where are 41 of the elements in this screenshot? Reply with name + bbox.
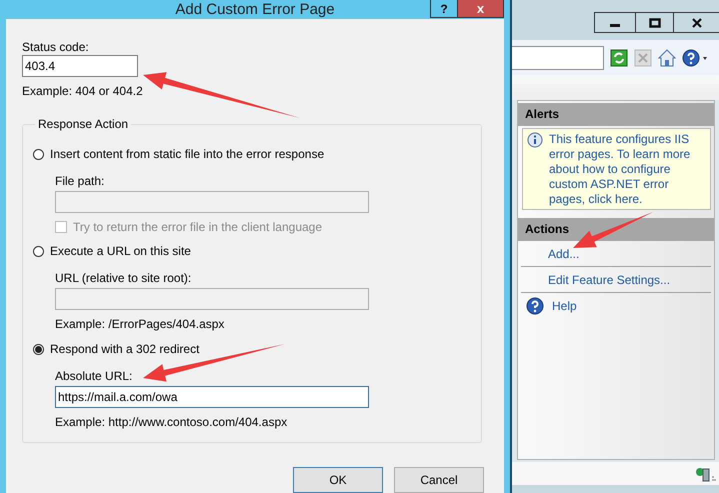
close-icon [690,18,702,28]
close-button[interactable] [673,12,719,33]
hint-text: Example: /ErrorPages/404.aspx [55,316,226,332]
server-icon [695,466,717,482]
minimize-icon [610,24,620,27]
maximize-icon [648,18,660,28]
field-label: File path: [55,173,106,189]
help-button[interactable]: ? [430,0,458,18]
refresh-icon[interactable] [610,48,628,66]
checkbox-label: Try to return the error file in the client language [73,220,322,234]
field-label: Absolute URL: [55,368,134,384]
help-icon[interactable] [682,48,708,66]
hint-text: Example: 404 or 404.2 [22,83,144,99]
maximize-button[interactable] [635,12,673,33]
radio-button[interactable] [33,344,44,354]
radio-button[interactable] [33,246,44,256]
option-label: Insert content from static file into the error response [50,147,324,161]
action-link[interactable]: Add... [548,246,580,260]
alert-link[interactable]: This feature configures IIS error pages. To learn more about how to configure custom ASP.NET error pages, click here. [549,132,704,207]
home-icon[interactable] [658,48,676,66]
close-button[interactable]: x [458,0,504,18]
hint-text: Example: http://www.contoso.com/404.aspx [55,414,288,430]
section-header: Actions [518,218,714,241]
status-code-field[interactable]: 403.4 [22,55,138,77]
radio-button[interactable] [33,148,44,160]
field-label: URL (relative to site root): [55,270,192,286]
address-field[interactable] [512,46,604,70]
window-title: Add Custom Error Page [174,1,336,18]
field-label: Status code: [22,39,90,55]
section-header: Alerts [518,103,714,126]
action-link[interactable]: Edit Feature Settings... [548,272,670,286]
help-icon [526,296,544,314]
info-icon [527,132,543,148]
option-label: Respond with a 302 redirect [50,342,200,356]
input-field[interactable]: https://mail.a.com/owa [55,386,369,408]
ok-button[interactable]: OK [293,467,383,493]
cancel-button[interactable]: Cancel [394,467,484,493]
action-link[interactable]: Help [552,298,577,312]
option-label: Execute a URL on this site [50,244,191,258]
group-title: Response Action [37,117,130,131]
minimize-button[interactable] [594,12,635,33]
